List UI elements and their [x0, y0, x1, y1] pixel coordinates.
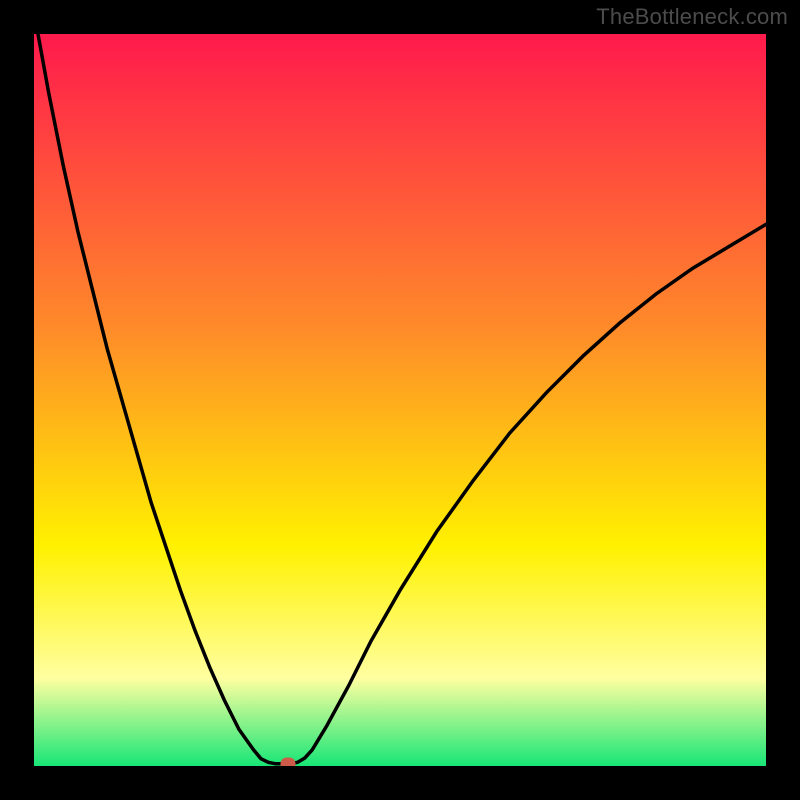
curve-right-branch: [290, 224, 766, 763]
curve-left-branch: [34, 34, 283, 764]
plot-area: [34, 34, 766, 766]
watermark-text: TheBottleneck.com: [596, 4, 788, 30]
chart-frame: TheBottleneck.com: [0, 0, 800, 800]
minimum-marker-dot: [281, 757, 296, 766]
bottleneck-curve: [34, 34, 766, 766]
